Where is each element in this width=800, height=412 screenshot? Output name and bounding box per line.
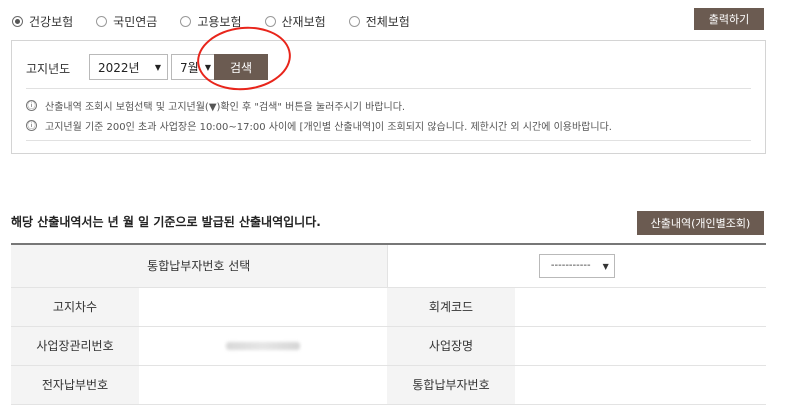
- radio-label: 건강보험: [29, 15, 74, 29]
- radio-label: 전체보험: [365, 15, 410, 29]
- radio-health-insurance[interactable]: 건강보험: [12, 13, 73, 30]
- insurance-type-radio-group: 건강보험 국민연금 고용보험 산재보험 전체보험: [12, 13, 433, 30]
- divider: [26, 140, 751, 141]
- integrated-payer-select-value: -----------: [550, 260, 591, 272]
- print-button[interactable]: 출력하기: [694, 8, 764, 30]
- table-row: 고지차수 회계코드: [11, 287, 766, 327]
- search-panel: 고지년도 2022년 ▼ 7월 ▼ 검색 ⓘ 산출내역 조회시 보험선택 및 고…: [11, 40, 766, 154]
- chevron-down-icon: ▼: [602, 261, 609, 271]
- table-value-cell: [515, 365, 766, 405]
- radio-national-pension[interactable]: 국민연금: [96, 13, 157, 30]
- radio-all-insurance[interactable]: 전체보험: [348, 13, 410, 30]
- radio-label: 국민연금: [113, 15, 158, 29]
- month-select-value: 7월: [180, 60, 199, 75]
- table-row: 전자납부번호 통합납부자번호: [11, 365, 766, 405]
- table-value-cell: [139, 326, 387, 366]
- table-header-cell: 사업장명: [387, 326, 515, 366]
- table-row: 통합납부자번호 선택 ----------- ▼: [11, 243, 766, 288]
- info-icon: ⓘ: [26, 100, 37, 111]
- table-header-cell: 회계코드: [387, 287, 515, 327]
- integrated-payer-select-label: 통합납부자번호 선택: [11, 243, 387, 288]
- divider: [26, 88, 751, 89]
- section-title: 해당 산출내역서는 년 월 일 기준으로 발급된 산출내역입니다.: [11, 215, 321, 229]
- integrated-payer-select-cell: ----------- ▼: [386, 243, 766, 288]
- notice-line-1: ⓘ 산출내역 조회시 보험선택 및 고지년월(▼)확인 후 "검색" 버튼을 눌…: [26, 98, 405, 113]
- month-select[interactable]: 7월 ▼: [171, 54, 218, 80]
- radio-unchecked-icon: [96, 16, 108, 27]
- radio-industrial-accident-insurance[interactable]: 산재보험: [264, 13, 326, 30]
- table-header-cell: 고지차수: [11, 287, 139, 327]
- table-header-cell: 통합납부자번호: [387, 365, 515, 405]
- radio-checked-icon: [12, 16, 23, 27]
- year-select[interactable]: 2022년 ▼: [89, 54, 168, 80]
- table-value-cell: [139, 287, 387, 327]
- notice-year-label: 고지년도: [26, 62, 71, 76]
- year-select-value: 2022년: [98, 60, 140, 75]
- table-header-cell: 사업장관리번호: [11, 326, 139, 366]
- calculation-info-table: 통합납부자번호 선택 ----------- ▼ 고지차수 회계코드 사업장관리…: [11, 243, 766, 405]
- search-row: 고지년도 2022년 ▼ 7월 ▼ 검색: [12, 52, 765, 82]
- table-value-cell: [515, 326, 766, 366]
- table-header-cell: 전자납부번호: [11, 365, 139, 405]
- table-value-cell: [515, 287, 766, 327]
- chevron-down-icon: ▼: [154, 63, 161, 72]
- redacted-value: [226, 341, 300, 350]
- radio-label: 고용보험: [197, 15, 242, 29]
- radio-unchecked-icon: [264, 16, 276, 27]
- info-icon: ⓘ: [26, 120, 37, 131]
- search-button[interactable]: 검색: [214, 54, 268, 80]
- chevron-down-icon: ▼: [204, 63, 211, 72]
- individual-detail-button[interactable]: 산출내역(개인별조회): [637, 211, 764, 235]
- radio-employment-insurance[interactable]: 고용보험: [180, 13, 242, 30]
- integrated-payer-select[interactable]: ----------- ▼: [538, 253, 615, 278]
- table-value-cell: [139, 365, 387, 405]
- notice-text: 산출내역 조회시 보험선택 및 고지년월(▼)확인 후 "검색" 버튼을 눌러주…: [45, 102, 406, 113]
- radio-unchecked-icon: [180, 16, 192, 27]
- notice-text: 고지년월 기준 200인 초과 사업장은 10:00~17:00 사이에 [개인…: [45, 122, 612, 133]
- notice-line-2: ⓘ 고지년월 기준 200인 초과 사업장은 10:00~17:00 사이에 […: [26, 118, 612, 133]
- radio-unchecked-icon: [348, 16, 360, 27]
- table-row: 사업장관리번호 사업장명: [11, 326, 766, 366]
- radio-label: 산재보험: [281, 15, 326, 29]
